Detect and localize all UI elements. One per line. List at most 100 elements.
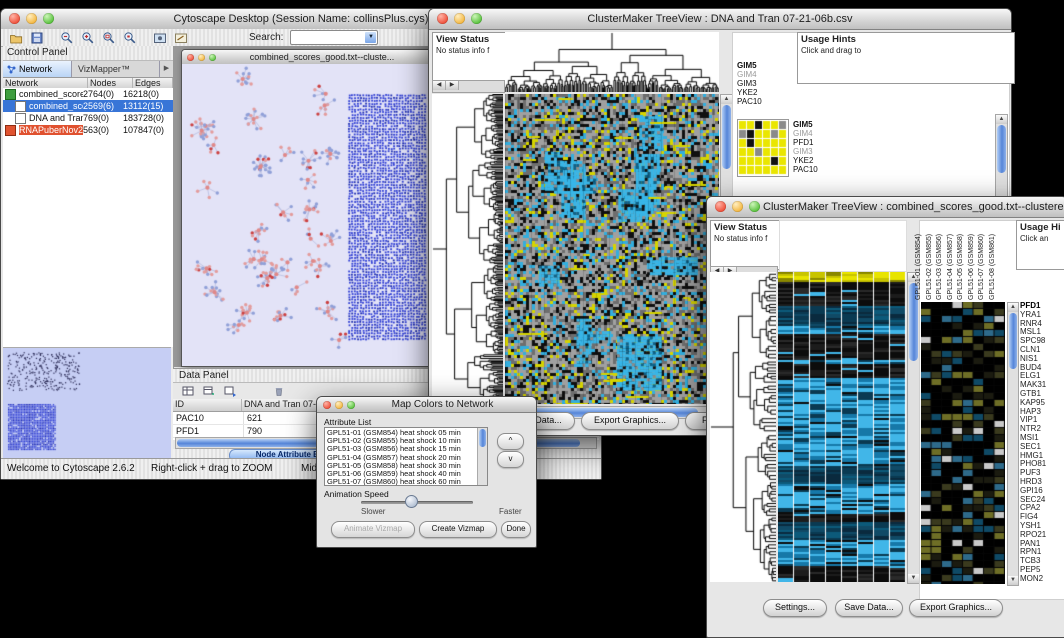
zoom-out-button[interactable] xyxy=(58,30,76,45)
treeview-combined-titlebar[interactable]: ClusterMaker TreeView : combined_scores_… xyxy=(707,197,1064,218)
attribute-select-button[interactable] xyxy=(179,384,197,399)
minimize-button[interactable] xyxy=(198,54,205,61)
network-tree-row[interactable]: RNAPuberNov2563(0)107847(0) xyxy=(3,124,173,136)
birdseye-view-canvas[interactable] xyxy=(3,347,171,458)
attribute-listbox[interactable]: GPL51-01 (GSM854) heat shock 05 minGPL51… xyxy=(324,427,488,486)
close-button[interactable] xyxy=(9,13,20,24)
mini-heatmap-canvas[interactable] xyxy=(737,119,789,177)
gene-label[interactable]: GIM4 xyxy=(793,129,843,138)
gene-label[interactable]: KAP95 xyxy=(1020,399,1063,408)
network-tree-row[interactable]: combined_sco2569(6)13112(15) xyxy=(3,100,173,112)
move-down-button[interactable]: v xyxy=(497,451,524,468)
scroll-right-icon[interactable]: ▶ xyxy=(446,81,459,90)
create-vizmap-button[interactable]: Create Vizmap xyxy=(419,521,497,538)
column-dendrogram-canvas[interactable] xyxy=(505,32,719,92)
gene-label[interactable]: PAN1 xyxy=(1020,540,1063,549)
attribute-create-button[interactable] xyxy=(200,384,218,399)
gene-label[interactable]: FIG4 xyxy=(1020,513,1063,522)
search-input[interactable]: ▼ xyxy=(290,30,378,45)
heatmap-canvas[interactable] xyxy=(778,272,906,582)
zoom-heatmap-canvas[interactable] xyxy=(921,302,1005,584)
scrollbar-thumb[interactable] xyxy=(479,429,486,447)
network-view-titlebar[interactable]: combined_scores_good.txt--cluste... xyxy=(182,50,434,65)
gene-label[interactable]: MAK31 xyxy=(1020,381,1063,390)
gene-label[interactable]: MSL1 xyxy=(1020,328,1063,337)
gene-label[interactable]: YSH1 xyxy=(1020,522,1063,531)
zoom-window-button[interactable] xyxy=(749,201,760,212)
listbox-vscrollbar[interactable] xyxy=(477,428,487,485)
slider-thumb[interactable] xyxy=(405,495,418,508)
gene-label[interactable]: PUF3 xyxy=(1020,469,1063,478)
gene-label[interactable]: MSI1 xyxy=(1020,434,1063,443)
row-dendrogram-canvas[interactable] xyxy=(432,94,503,404)
gene-label[interactable]: NIS1 xyxy=(1020,355,1063,364)
tab-vizmapper[interactable]: VizMapper™ xyxy=(72,61,160,77)
scrollbar-thumb[interactable] xyxy=(1009,313,1017,369)
heatmap-canvas[interactable] xyxy=(505,94,719,404)
zoom-selected-button[interactable] xyxy=(121,30,139,45)
close-button[interactable] xyxy=(437,13,448,24)
attribute-list-item[interactable]: GPL51-07 (GSM860) heat shock 60 min xyxy=(325,478,477,486)
gene-label[interactable]: PFD1 xyxy=(1020,302,1063,311)
minimize-button[interactable] xyxy=(26,13,37,24)
row-dendrogram-canvas[interactable] xyxy=(710,272,776,582)
snapshot-button[interactable] xyxy=(151,30,169,45)
dialog-titlebar[interactable]: Map Colors to Network xyxy=(317,397,536,413)
gene-label[interactable]: GIM5 xyxy=(793,120,843,129)
zoom-fit-button[interactable] xyxy=(100,30,118,45)
network-tree-row[interactable]: combined_scores2764(0)16218(0) xyxy=(3,88,173,100)
gene-label[interactable]: HAP3 xyxy=(1020,408,1063,417)
close-button[interactable] xyxy=(715,201,726,212)
zoom-window-button[interactable] xyxy=(209,54,216,61)
move-up-button[interactable]: ^ xyxy=(497,433,524,450)
gene-label[interactable]: YRA1 xyxy=(1020,311,1063,320)
search-dropdown-arrow-icon[interactable]: ▼ xyxy=(365,32,376,43)
gene-label[interactable]: RPN1 xyxy=(1020,548,1063,557)
gene-label[interactable]: RPO21 xyxy=(1020,531,1063,540)
scroll-up-icon[interactable]: ▲ xyxy=(1008,303,1018,312)
gene-list-vscrollbar[interactable]: ▲ ▼ xyxy=(1007,302,1019,586)
gene-label[interactable]: TCB3 xyxy=(1020,557,1063,566)
save-session-button[interactable] xyxy=(28,30,46,45)
export-graphics-button[interactable]: Export Graphics... xyxy=(909,599,1003,617)
scrollbar-thumb[interactable] xyxy=(997,125,1006,173)
zoom-window-button[interactable] xyxy=(347,401,355,409)
gene-label[interactable]: CLN1 xyxy=(1020,346,1063,355)
close-button[interactable] xyxy=(323,401,331,409)
gene-label[interactable]: SEC1 xyxy=(1020,443,1063,452)
minimize-button[interactable] xyxy=(335,401,343,409)
dendrogram-hscroll[interactable]: ◀▶ xyxy=(432,80,505,93)
gene-label[interactable]: NTR2 xyxy=(1020,425,1063,434)
network-view-canvas[interactable] xyxy=(182,64,432,364)
gene-label[interactable]: VIP1 xyxy=(1020,416,1063,425)
gene-label[interactable]: PEP5 xyxy=(1020,566,1063,575)
gene-label[interactable]: PAC10 xyxy=(793,165,843,174)
gene-label[interactable]: CPA2 xyxy=(1020,504,1063,513)
scroll-left-icon[interactable]: ◀ xyxy=(433,81,446,90)
tab-scroll-right-icon[interactable]: ▶ xyxy=(160,61,173,77)
delete-attribute-button[interactable] xyxy=(270,384,288,399)
gene-label[interactable]: HMG1 xyxy=(1020,452,1063,461)
gene-label[interactable]: YKE2 xyxy=(793,156,843,165)
open-session-button[interactable] xyxy=(7,30,25,45)
settings-button[interactable]: Settings... xyxy=(763,599,827,617)
scroll-up-icon[interactable]: ▲ xyxy=(996,115,1007,124)
save-data-button[interactable]: Save Data... xyxy=(835,599,903,617)
minimize-button[interactable] xyxy=(732,201,743,212)
treeview-dna-titlebar[interactable]: ClusterMaker TreeView : DNA and Tran 07-… xyxy=(429,9,1011,30)
gene-label[interactable]: BUD4 xyxy=(1020,364,1063,373)
gene-label[interactable]: SPC98 xyxy=(1020,337,1063,346)
gene-label[interactable]: PFD1 xyxy=(793,138,843,147)
attribute-import-button[interactable] xyxy=(221,384,239,399)
zoom-window-button[interactable] xyxy=(471,13,482,24)
gene-label[interactable]: RNR4 xyxy=(1020,320,1063,329)
gene-label[interactable]: MON2 xyxy=(1020,575,1063,584)
scroll-up-icon[interactable]: ▲ xyxy=(721,95,732,104)
gene-label[interactable]: ELG1 xyxy=(1020,372,1063,381)
gene-label[interactable]: SEC24 xyxy=(1020,496,1063,505)
scroll-down-icon[interactable]: ▼ xyxy=(1008,576,1018,585)
gene-label[interactable]: GPI16 xyxy=(1020,487,1063,496)
tab-network[interactable]: Network xyxy=(3,61,72,77)
animate-vizmap-button[interactable]: Animate Vizmap xyxy=(331,521,415,538)
zoom-in-button[interactable] xyxy=(79,30,97,45)
